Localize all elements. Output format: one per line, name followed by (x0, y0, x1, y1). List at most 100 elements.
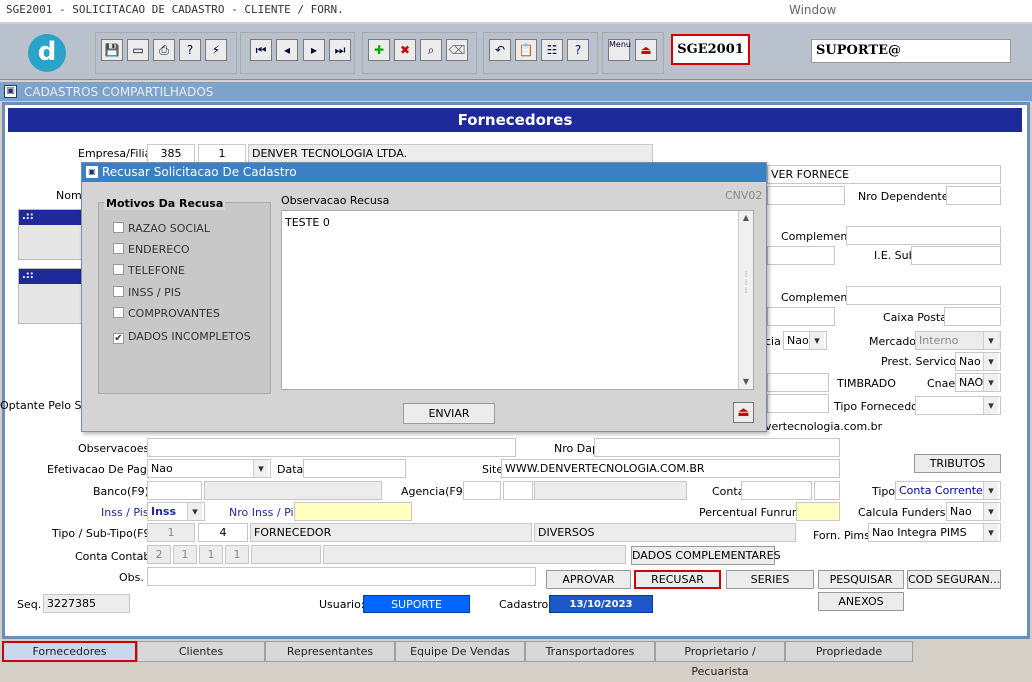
undo-icon[interactable]: ↶ (489, 39, 511, 61)
obs-field[interactable] (147, 567, 536, 586)
window-menu[interactable]: Window (789, 3, 836, 17)
conta-dv-field[interactable] (814, 481, 840, 500)
conta-contabil-2[interactable]: 1 (173, 545, 197, 564)
conta-contabil-5[interactable] (251, 545, 321, 564)
tab-equipe-de-vendas[interactable]: Equipe De Vendas (395, 641, 525, 662)
complemento-field[interactable] (846, 226, 1001, 245)
exit-icon[interactable]: ⏏ (635, 39, 657, 61)
checkbox-razao-social[interactable] (113, 222, 124, 233)
nro-dependentes-field[interactable] (946, 186, 1001, 205)
caixa-postal-field[interactable] (944, 307, 1001, 326)
recusar-button[interactable]: RECUSAR (634, 570, 721, 589)
window-icon[interactable]: ▭ (127, 39, 149, 61)
enviar-button[interactable]: ENVIAR (403, 403, 495, 424)
dados-complementares-button[interactable]: DADOS COMPLEMENTARES (631, 546, 781, 565)
motivo-comprovantes[interactable]: COMPROVANTES (113, 307, 220, 320)
efetivacao-select[interactable]: Nao (147, 459, 271, 478)
scroll-up-icon[interactable]: ▲ (739, 211, 753, 225)
banco-field[interactable] (147, 481, 202, 500)
mercado-select[interactable]: Interno (915, 331, 1001, 350)
tab-propriedade[interactable]: Propriedade (785, 641, 913, 662)
motivo-dados-incompletos[interactable]: ✔ DADOS INCOMPLETOS (113, 330, 251, 344)
clear-icon[interactable]: ⌫ (446, 39, 468, 61)
save-icon[interactable]: 💾 (101, 39, 123, 61)
prest-servicos-select[interactable]: Nao (955, 352, 1001, 371)
conta-field[interactable] (741, 481, 812, 500)
motivo-razao-social[interactable]: RAZAO SOCIAL (113, 222, 210, 235)
lov-icon[interactable]: ☷ (541, 39, 563, 61)
ie-sub-label: I.E. Sub (874, 249, 916, 262)
empresa-field[interactable]: 385 (147, 144, 195, 163)
cnae-select[interactable]: NAO (955, 373, 1001, 392)
pesquisar-button[interactable]: PESQUISAR (818, 570, 904, 589)
subtipo-code-field[interactable]: 4 (198, 523, 248, 542)
observacao-scrollbar[interactable]: ▲ ⁞ ⁞ ⁞ ▼ (738, 211, 753, 389)
checkbox-inss-pis[interactable] (113, 286, 124, 297)
ie-sub-field[interactable] (911, 246, 1001, 265)
menu-icon[interactable]: Menu (608, 39, 631, 61)
tab-transportadores[interactable]: Transportadores (525, 641, 655, 662)
next-record-icon[interactable]: ▸ (303, 39, 325, 61)
last-record-icon[interactable]: ⏭ (329, 39, 351, 61)
help-icon[interactable]: ? (567, 39, 589, 61)
nro-inss-field[interactable] (294, 502, 412, 521)
anexos-button[interactable]: ANEXOS (818, 592, 904, 611)
inss-select[interactable]: Inss (147, 502, 205, 521)
scroll-down-icon[interactable]: ▼ (739, 375, 753, 389)
agencia-dv-field[interactable] (503, 481, 533, 500)
email-field[interactable]: vertecnologia.com.br (761, 417, 1001, 436)
tipo-code-field[interactable]: 1 (147, 523, 195, 542)
previous-record-icon[interactable]: ◂ (276, 39, 298, 61)
calcula-fundersul-select[interactable]: Nao (946, 502, 1001, 521)
motivo-inss-pis[interactable]: INSS / PIS (113, 286, 181, 299)
endereco1-cep-field[interactable] (767, 246, 835, 265)
fantasia-field[interactable]: VER FORNECE (767, 165, 1001, 184)
nome-field-right[interactable] (767, 186, 845, 205)
conta-contabil-4[interactable]: 1 (225, 545, 249, 564)
checkbox-comprovantes[interactable] (113, 307, 124, 318)
percentual-funrural-field[interactable] (796, 502, 840, 521)
filial-field[interactable]: 1 (198, 144, 246, 163)
execute-query-icon[interactable]: ⚡ (205, 39, 227, 61)
conta-contabil-3[interactable]: 1 (199, 545, 223, 564)
nro-dap-field[interactable] (594, 438, 840, 457)
tab-clientes[interactable]: Clientes (137, 641, 265, 662)
tab-fornecedores[interactable]: Fornecedores (2, 641, 137, 662)
conta-contabil-1[interactable]: 2 (147, 545, 171, 564)
print-icon[interactable]: ⎙ (153, 39, 175, 61)
tipo-conta-select[interactable]: Conta Corrente (895, 481, 1001, 500)
first-record-icon[interactable]: ⏮ (250, 39, 272, 61)
timbrado-left-field[interactable] (767, 373, 829, 392)
insert-record-icon[interactable]: ✚ (368, 39, 390, 61)
tab-representantes[interactable]: Representantes (265, 641, 395, 662)
motivo-inss-pis-label: INSS / PIS (128, 286, 181, 299)
tab-proprietario[interactable]: Proprietario / Pecuarista (655, 641, 785, 678)
checkbox-dados-incompletos[interactable]: ✔ (113, 333, 124, 344)
dialog-titlebar[interactable]: ▣ Recusar Solicitacao De Cadastro (82, 163, 766, 182)
endereco2-cep-field[interactable] (767, 307, 835, 326)
cia-select[interactable]: Nao (783, 331, 827, 350)
series-button[interactable]: SERIES (726, 570, 814, 589)
optante-right-field[interactable] (767, 394, 829, 413)
dialog-exit-icon[interactable]: ⏏ (733, 402, 754, 423)
aprovar-button[interactable]: APROVAR (546, 570, 631, 589)
checkbox-endereco[interactable] (113, 243, 124, 254)
site-field[interactable]: WWW.DENVERTECNOLOGIA.COM.BR (501, 459, 840, 478)
agencia-field[interactable] (463, 481, 501, 500)
clipboard-icon[interactable]: 📋 (515, 39, 537, 61)
data-field[interactable] (303, 459, 406, 478)
observacao-textarea[interactable]: TESTE 0 ▲ ⁞ ⁞ ⁞ ▼ (281, 210, 754, 390)
query-icon[interactable]: ? (179, 39, 201, 61)
tributos-button[interactable]: TRIBUTOS (914, 454, 1001, 473)
delete-record-icon[interactable]: ✖ (394, 39, 416, 61)
search-icon[interactable]: ⌕ (420, 39, 442, 61)
motivo-endereco[interactable]: ENDERECO (113, 243, 190, 256)
cod-seguranca-button[interactable]: COD SEGURAN... (907, 570, 1001, 589)
forn-pims-select[interactable]: Nao Integra PIMS (868, 523, 1001, 542)
observacoes-field[interactable] (147, 438, 516, 457)
complemento2-field[interactable] (846, 286, 1001, 305)
scroll-thumb[interactable]: ⁞ ⁞ ⁞ (741, 271, 751, 311)
motivo-telefone[interactable]: TELEFONE (113, 264, 185, 277)
checkbox-telefone[interactable] (113, 264, 124, 275)
tipo-fornecedor-select[interactable] (915, 396, 1001, 415)
